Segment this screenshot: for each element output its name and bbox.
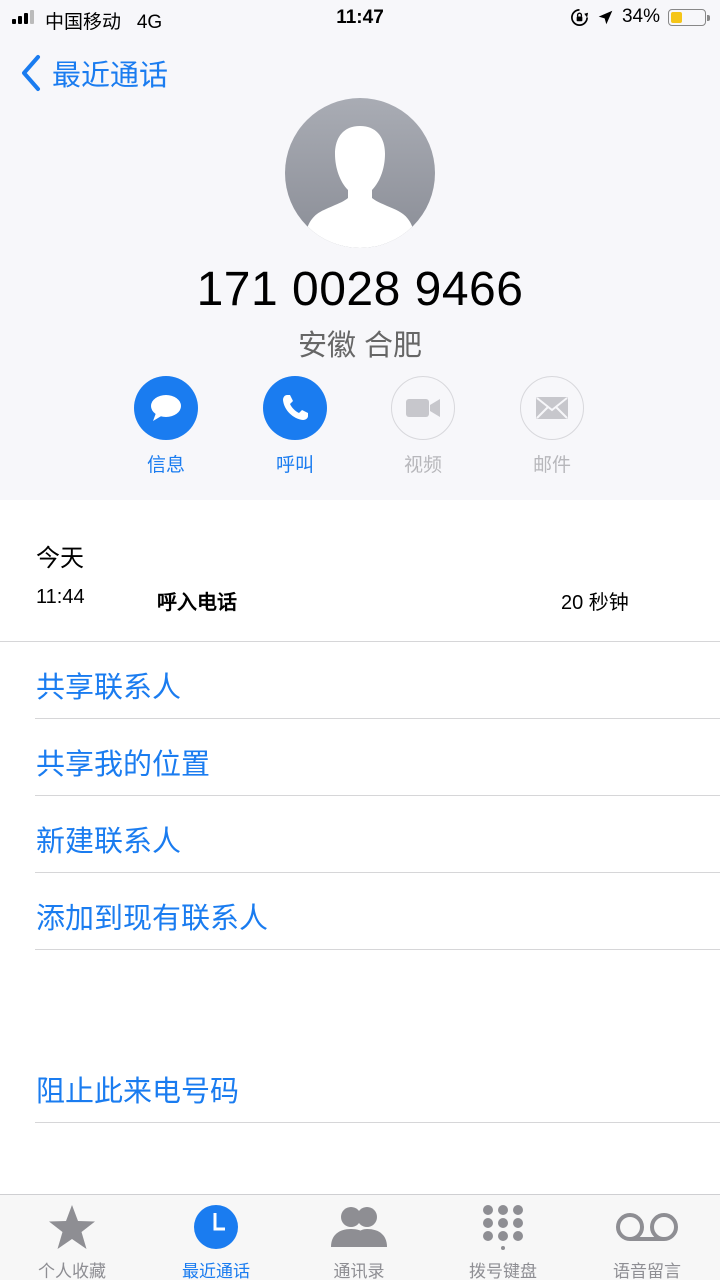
tab-contacts[interactable]: 通讯录 — [294, 1203, 424, 1280]
orientation-lock-icon — [571, 8, 589, 26]
tab-label: 最近通话 — [182, 1262, 250, 1280]
tab-recents[interactable]: 最近通话 — [151, 1203, 281, 1280]
divider — [35, 1122, 720, 1123]
back-button[interactable]: 最近通话 — [20, 52, 168, 94]
status-bar: 中国移动 4G 11:47 34% — [0, 0, 720, 38]
tab-label: 通讯录 — [333, 1262, 385, 1280]
call-type: 呼入电话 — [157, 592, 237, 614]
tab-bar: 个人收藏 最近通话 通讯录 拨号键盘 语音留言 — [0, 1194, 720, 1280]
contact-actions: 信息 呼叫 视频 邮件 — [0, 376, 720, 476]
divider — [35, 795, 720, 796]
tab-label: 语音留言 — [613, 1262, 681, 1280]
battery-icon — [668, 8, 710, 26]
tab-label: 个人收藏 — [38, 1262, 106, 1280]
clock-icon — [194, 1205, 238, 1249]
envelope-icon — [536, 397, 568, 419]
share-contact-link[interactable]: 共享联系人 — [36, 664, 181, 706]
status-right-group: 34% — [570, 6, 710, 28]
divider — [35, 872, 720, 873]
message-action-circle — [134, 376, 198, 440]
divider — [0, 641, 720, 642]
video-action-button[interactable]: 视频 — [378, 376, 468, 477]
person-silhouette-icon — [303, 126, 417, 248]
location-arrow-icon — [598, 10, 613, 24]
message-action-label: 信息 — [146, 455, 185, 476]
keypad-icon — [483, 1205, 523, 1250]
divider — [35, 718, 720, 719]
new-contact-link[interactable]: 新建联系人 — [36, 818, 181, 860]
history-day-label: 今天 — [36, 545, 84, 572]
call-duration: 20 秒钟 — [561, 592, 629, 614]
call-action-circle — [263, 376, 327, 440]
video-action-circle — [391, 376, 455, 440]
tab-favorites[interactable]: 个人收藏 — [7, 1203, 137, 1280]
tab-label: 拨号键盘 — [469, 1262, 537, 1280]
mail-action-label: 邮件 — [532, 455, 571, 476]
video-camera-icon — [406, 399, 440, 417]
avatar — [285, 98, 435, 248]
mail-action-button[interactable]: 邮件 — [507, 376, 597, 477]
battery-percent: 34% — [621, 6, 660, 27]
mail-action-circle — [520, 376, 584, 440]
call-action-label: 呼叫 — [275, 455, 314, 476]
battery-tip — [707, 14, 710, 21]
contact-detail-screen: 中国移动 4G 11:47 34% 最近通话 171 0028 9466 安徽 … — [0, 0, 720, 1280]
caller-location: 安徽 合肥 — [297, 330, 423, 362]
phone-icon — [283, 395, 308, 420]
phone-number: 171 0028 9466 — [196, 263, 524, 316]
block-caller-link[interactable]: 阻止此来电号码 — [36, 1068, 239, 1110]
contacts-icon — [331, 1207, 387, 1247]
share-location-link[interactable]: 共享我的位置 — [36, 741, 210, 783]
video-action-label: 视频 — [403, 455, 442, 476]
tab-keypad[interactable]: 拨号键盘 — [438, 1203, 568, 1280]
battery-level — [671, 11, 682, 23]
back-label: 最近通话 — [52, 60, 169, 92]
call-action-button[interactable]: 呼叫 — [250, 376, 340, 477]
call-time: 11:44 — [36, 586, 85, 608]
call-history-row: 11:44 呼入电话 20 秒钟 — [0, 586, 720, 616]
chevron-left-icon — [22, 55, 40, 91]
star-icon — [49, 1205, 95, 1249]
tab-voicemail[interactable]: 语音留言 — [582, 1203, 712, 1280]
voicemail-icon — [616, 1213, 678, 1241]
message-bubble-icon — [151, 395, 181, 421]
add-to-existing-contact-link[interactable]: 添加到现有联系人 — [36, 895, 268, 937]
divider — [35, 949, 720, 950]
message-action-button[interactable]: 信息 — [121, 376, 211, 477]
